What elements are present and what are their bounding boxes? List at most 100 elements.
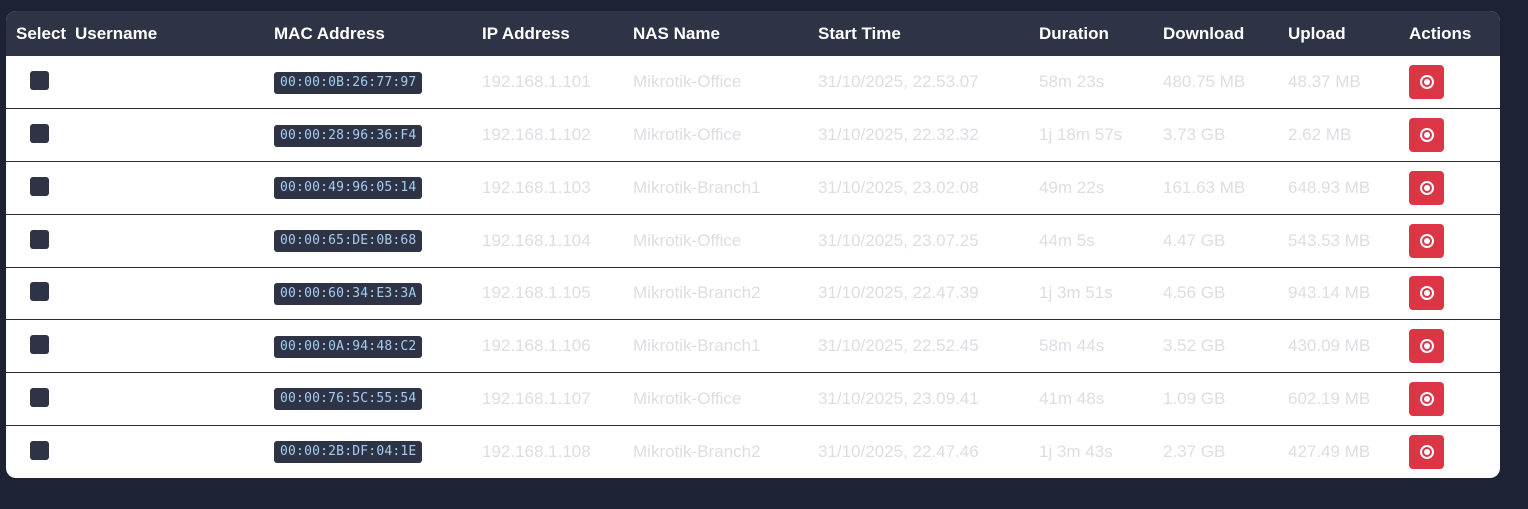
disconnect-button[interactable] <box>1409 170 1444 205</box>
nas-name-cell: Mikrotik-Branch1 <box>633 177 761 197</box>
row-select-checkbox[interactable] <box>30 176 49 196</box>
download-cell: 4.47 GB <box>1163 230 1226 250</box>
stop-circle-icon <box>1419 128 1434 143</box>
ip-address-cell: 192.168.1.102 <box>482 125 591 145</box>
mac-address-cell: 00:00:0B:26:77:97 <box>274 56 482 109</box>
header-mac-address: MAC Address <box>274 23 385 43</box>
stop-circle-icon <box>1419 180 1434 195</box>
ip-address-cell: 192.168.1.103 <box>482 177 591 197</box>
disconnect-button[interactable] <box>1409 65 1444 100</box>
disconnect-button[interactable] <box>1409 434 1444 469</box>
nas-name-cell: Mikrotik-Branch2 <box>633 283 761 303</box>
start-time-cell: 31/10/2025, 23.07.25 <box>818 230 979 250</box>
table-row: 00:00:65:DE:0B:68 192.168.1.104 Mikrotik… <box>6 214 1500 267</box>
select-cell <box>6 214 75 267</box>
upload-cell: 48.37 MB <box>1288 72 1361 92</box>
duration-cell: 1j 3m 51s <box>1039 283 1113 303</box>
row-select-checkbox[interactable] <box>30 71 49 91</box>
table-header-row: Select Username MAC Address IP Address N… <box>6 11 1500 56</box>
mac-address-cell: 00:00:28:96:36:F4 <box>274 109 482 162</box>
table-row: 00:00:2B:DF:04:1E 192.168.1.108 Mikrotik… <box>6 425 1500 478</box>
start-time-cell: 31/10/2025, 22.32.32 <box>818 125 979 145</box>
stop-circle-icon <box>1419 444 1434 459</box>
username-cell <box>75 162 274 215</box>
row-select-checkbox[interactable] <box>30 124 49 144</box>
username-cell <box>75 425 274 478</box>
download-cell: 1.09 GB <box>1163 388 1226 408</box>
duration-cell: 58m 44s <box>1039 336 1105 356</box>
upload-cell: 648.93 MB <box>1288 177 1371 197</box>
actions-cell <box>1409 267 1500 320</box>
ip-address-cell: 192.168.1.101 <box>482 72 591 92</box>
duration-cell: 58m 23s <box>1039 72 1105 92</box>
ip-address-cell: 192.168.1.104 <box>482 230 591 250</box>
table-row: 00:00:60:34:E3:3A 192.168.1.105 Mikrotik… <box>6 267 1500 320</box>
mac-address-badge: 00:00:0A:94:48:C2 <box>274 335 423 358</box>
disconnect-button[interactable] <box>1409 223 1444 258</box>
duration-cell: 1j 18m 57s <box>1039 125 1123 145</box>
username-cell <box>75 373 274 426</box>
download-cell: 2.37 GB <box>1163 441 1226 461</box>
row-select-checkbox[interactable] <box>30 282 49 302</box>
row-select-checkbox[interactable] <box>30 440 49 460</box>
select-cell <box>6 56 75 109</box>
select-cell <box>6 267 75 320</box>
nas-name-cell: Mikrotik-Office <box>633 72 742 92</box>
disconnect-button[interactable] <box>1409 118 1444 153</box>
actions-cell <box>1409 425 1500 478</box>
actions-cell <box>1409 214 1500 267</box>
table-row: 00:00:0A:94:48:C2 192.168.1.106 Mikrotik… <box>6 319 1500 373</box>
disconnect-button[interactable] <box>1409 381 1444 416</box>
mac-address-badge: 00:00:76:5C:55:54 <box>274 388 423 411</box>
mac-address-cell: 00:00:2B:DF:04:1E <box>274 425 482 478</box>
header-download: Download <box>1163 23 1245 43</box>
select-cell <box>6 373 75 426</box>
download-cell: 3.73 GB <box>1163 125 1226 145</box>
username-cell <box>75 267 274 320</box>
mac-address-badge: 00:00:60:34:E3:3A <box>274 282 423 305</box>
mac-address-badge: 00:00:0B:26:77:97 <box>274 71 423 94</box>
disconnect-button[interactable] <box>1409 276 1444 311</box>
disconnect-button[interactable] <box>1409 329 1444 364</box>
start-time-cell: 31/10/2025, 22.47.39 <box>818 283 979 303</box>
start-time-cell: 31/10/2025, 22.53.07 <box>818 72 979 92</box>
mac-address-badge: 00:00:65:DE:0B:68 <box>274 230 423 253</box>
active-sessions-table: Select Username MAC Address IP Address N… <box>6 11 1500 478</box>
table-body: 00:00:0B:26:77:97 192.168.1.101 Mikrotik… <box>6 56 1500 478</box>
header-actions: Actions <box>1409 23 1472 43</box>
nas-name-cell: Mikrotik-Office <box>633 125 742 145</box>
download-cell: 161.63 MB <box>1163 177 1246 197</box>
row-select-checkbox[interactable] <box>30 387 49 407</box>
row-select-checkbox[interactable] <box>30 229 49 249</box>
select-cell <box>6 425 75 478</box>
mac-address-badge: 00:00:28:96:36:F4 <box>274 124 423 147</box>
duration-cell: 1j 3m 43s <box>1039 441 1113 461</box>
actions-cell <box>1409 109 1500 162</box>
nas-name-cell: Mikrotik-Office <box>633 388 742 408</box>
start-time-cell: 31/10/2025, 22.52.45 <box>818 336 979 356</box>
stop-circle-icon <box>1419 75 1434 90</box>
actions-cell <box>1409 56 1500 109</box>
upload-cell: 543.53 MB <box>1288 230 1371 250</box>
upload-cell: 427.49 MB <box>1288 441 1371 461</box>
header-username: Username <box>75 23 158 43</box>
duration-cell: 41m 48s <box>1039 388 1105 408</box>
header-duration: Duration <box>1039 23 1109 43</box>
nas-name-cell: Mikrotik-Office <box>633 230 742 250</box>
ip-address-cell: 192.168.1.107 <box>482 388 591 408</box>
mac-address-cell: 00:00:76:5C:55:54 <box>274 373 482 426</box>
row-select-checkbox[interactable] <box>30 335 49 355</box>
header-select: Select <box>16 23 67 43</box>
username-cell <box>75 56 274 109</box>
mac-address-badge: 00:00:2B:DF:04:1E <box>274 441 423 464</box>
select-cell <box>6 109 75 162</box>
select-cell <box>6 162 75 215</box>
table-row: 00:00:76:5C:55:54 192.168.1.107 Mikrotik… <box>6 372 1500 426</box>
header-start-time: Start Time <box>818 23 901 43</box>
start-time-cell: 31/10/2025, 23.02.08 <box>818 177 979 197</box>
username-cell <box>75 320 274 373</box>
username-cell <box>75 214 274 267</box>
stop-circle-icon <box>1419 233 1434 248</box>
mac-address-cell: 00:00:65:DE:0B:68 <box>274 214 482 267</box>
header-ip-address: IP Address <box>482 23 570 43</box>
